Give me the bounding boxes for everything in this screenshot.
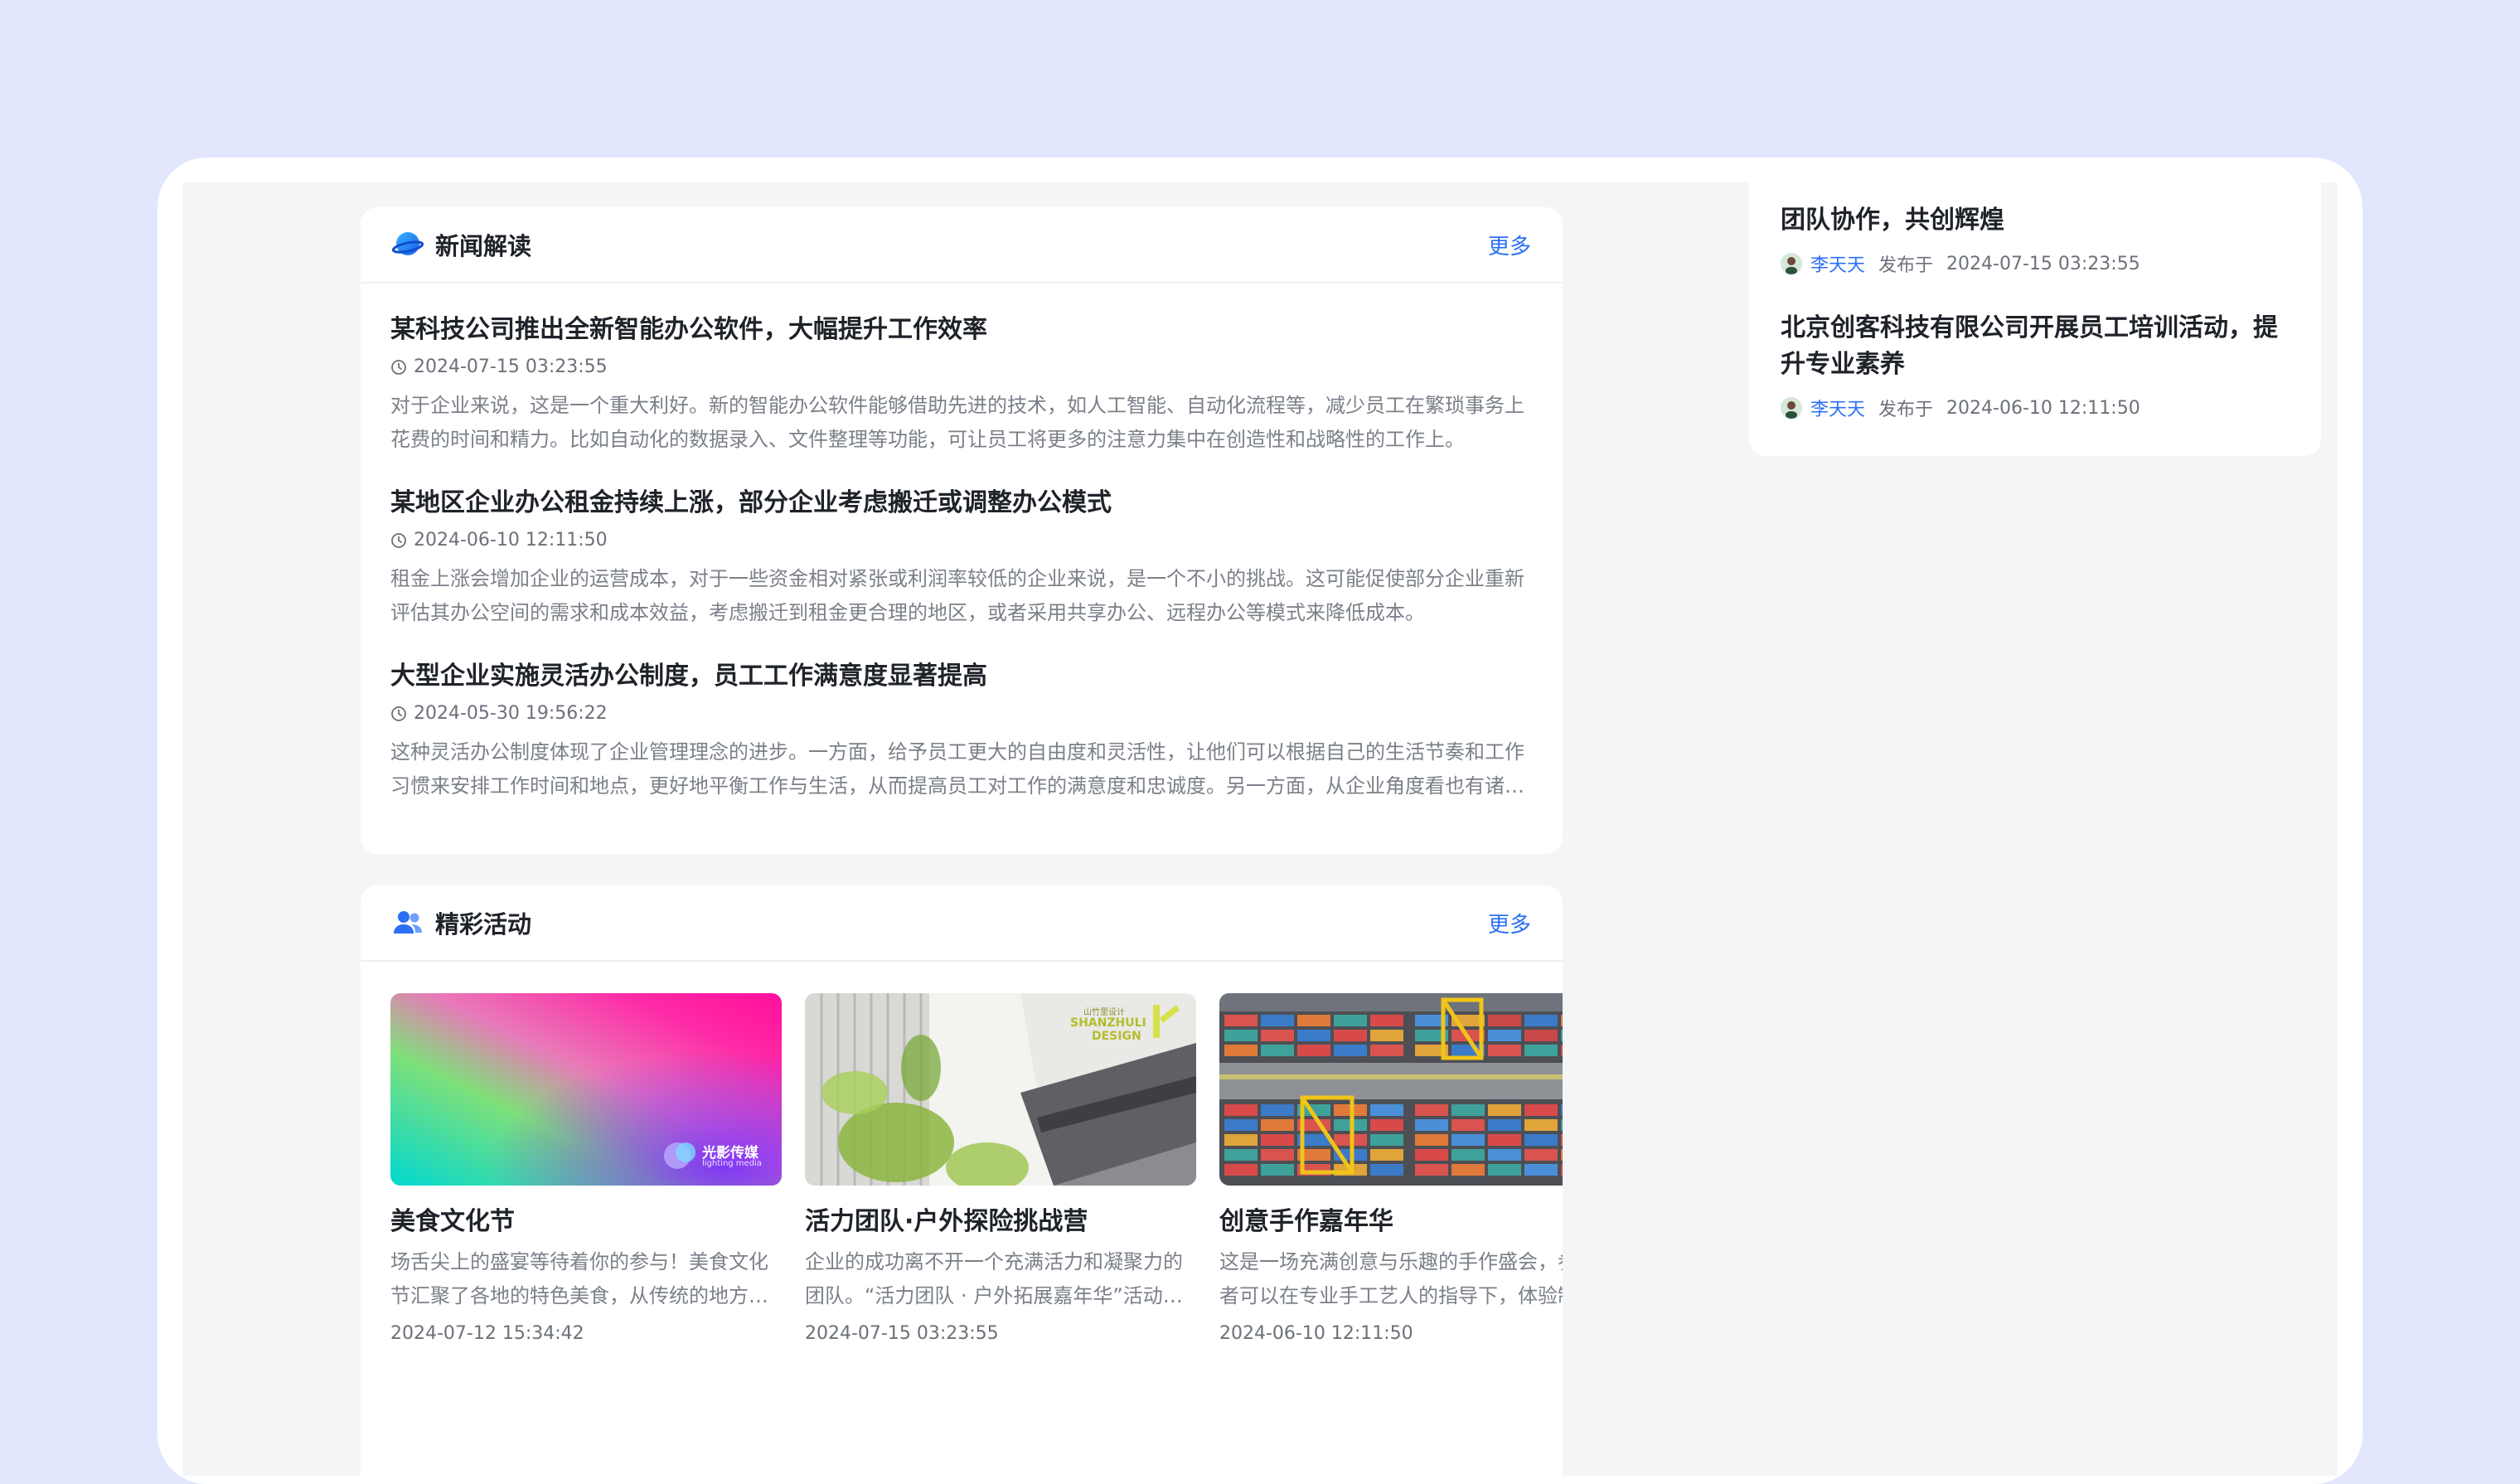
- logo-subtext: lighting media: [702, 1159, 762, 1168]
- activity-image[interactable]: 山竹里设计 SHANZHULI DESIGN: [805, 993, 1196, 1186]
- side-article-title[interactable]: 团队协作，共创辉煌: [1781, 202, 2290, 239]
- side-article-title[interactable]: 北京创客科技有限公司开展员工培训活动，提升专业素养: [1781, 310, 2290, 383]
- author-name[interactable]: 李天天: [1810, 250, 1865, 277]
- side-article-item[interactable]: 团队协作，共创辉煌 李天天 发布于 2024-07-15 03:23:55: [1749, 182, 2321, 277]
- news-time-text: 2024-07-15 03:23:55: [414, 356, 608, 377]
- activity-image[interactable]: 光影传媒 lighting media: [390, 993, 782, 1186]
- news-time-text: 2024-05-30 19:56:22: [414, 703, 608, 724]
- published-label: 发布于: [1878, 400, 1934, 420]
- activity-time: 2024-07-12 15:34:42: [390, 1323, 584, 1344]
- activity-desc: 企业的成功离不开一个充满活力和凝聚力的团队。“活力团队 · 户外拓展嘉年华”活动…: [805, 1250, 1183, 1307]
- activity-desc: 这是一场充满创意与乐趣的手作盛会，参与者可以在专业手工艺人的指导下，体验制作的乐…: [1219, 1250, 1563, 1307]
- activities-section-title: 精彩活动: [435, 910, 532, 938]
- news-title[interactable]: 某科技公司推出全新智能办公软件，大幅提升工作效率: [390, 313, 1531, 347]
- news-time: 2024-06-10 12:11:50: [390, 530, 1531, 550]
- activities-row: 光影传媒 lighting media 美食文化节 场舌尖上的盛宴等待着你的参与…: [390, 993, 1563, 1375]
- activity-time: 2024-07-15 03:23:55: [805, 1323, 999, 1344]
- activity-card[interactable]: 山竹里设计 SHANZHULI DESIGN 活力团队·户外探险挑战营 企业的成…: [805, 993, 1196, 1344]
- activity-card[interactable]: 光影传媒 lighting media 美食文化节 场舌尖上的盛宴等待着你的参与…: [390, 993, 782, 1344]
- clock-icon: [391, 359, 406, 375]
- activity-title[interactable]: 活力团队·户外探险挑战营: [805, 1205, 1196, 1239]
- activities-more-link[interactable]: 更多: [1488, 908, 1531, 938]
- activity-time: 2024-06-10 12:11:50: [1219, 1323, 1413, 1344]
- news-time: 2024-07-15 03:23:55: [390, 356, 1531, 377]
- users-icon: [392, 907, 424, 938]
- author-avatar: [1781, 253, 1802, 274]
- activity-title[interactable]: 创意手作嘉年华: [1219, 1205, 1563, 1239]
- side-article-meta: 李天天 发布于 2024-06-10 12:11:50: [1781, 395, 2290, 421]
- brand-english-2: DESIGN: [1092, 1030, 1141, 1043]
- activity-image[interactable]: [1219, 993, 1563, 1186]
- activity-card[interactable]: 创意手作嘉年华 这是一场充满创意与乐趣的手作盛会，参与者可以在专业手工艺人的指导…: [1219, 993, 1563, 1344]
- news-list: 某科技公司推出全新智能办公软件，大幅提升工作效率 2024-07-15 03:2…: [361, 284, 1563, 803]
- news-item[interactable]: 大型企业实施灵活办公制度，员工工作满意度显著提高 2024-05-30 19:5…: [390, 660, 1531, 803]
- news-more-link[interactable]: 更多: [1488, 230, 1531, 260]
- brand-chinese: 山竹里设计: [1083, 1008, 1125, 1017]
- activity-title[interactable]: 美食文化节: [390, 1205, 782, 1239]
- author-name[interactable]: 李天天: [1810, 395, 1865, 421]
- news-desc: 租金上涨会增加企业的运营成本，对于一些资金相对紧张或利润率较低的企业来说，是一个…: [390, 567, 1524, 624]
- clock-icon: [391, 532, 406, 548]
- published-label: 发布于: [1878, 255, 1934, 276]
- publish-time: 2024-07-15 03:23:55: [1946, 253, 2140, 274]
- news-item[interactable]: 某地区企业办公租金持续上涨，部分企业考虑搬迁或调整办公模式 2024-06-10…: [390, 487, 1531, 630]
- device-frame: 团队协作，共创辉煌 李天天 发布于 2024-07-15 03:23:55 北京…: [158, 158, 2362, 1484]
- news-desc: 对于企业来说，这是一个重大利好。新的智能办公软件能够借助先进的技术，如人工智能、…: [390, 394, 1524, 451]
- news-item[interactable]: 某科技公司推出全新智能办公软件，大幅提升工作效率 2024-07-15 03:2…: [390, 313, 1531, 457]
- planet-icon: [392, 229, 424, 260]
- news-header: 新闻解读 更多: [361, 207, 1563, 284]
- news-card: 新闻解读 更多 某科技公司推出全新智能办公软件，大幅提升工作效率 2024-07…: [361, 207, 1563, 854]
- activities-header: 精彩活动 更多: [361, 885, 1563, 962]
- app-screen: 团队协作，共创辉煌 李天天 发布于 2024-07-15 03:23:55 北京…: [182, 182, 2338, 1476]
- activities-card: 精彩活动 更多 光影传媒 lighting media 美食文化节 场舌尖上的盛…: [361, 885, 1563, 1476]
- side-article-item[interactable]: 北京创客科技有限公司开展员工培训活动，提升专业素养 李天天 发布于 2024-0…: [1749, 277, 2321, 421]
- news-title[interactable]: 大型企业实施灵活办公制度，员工工作满意度显著提高: [390, 660, 1531, 693]
- news-desc: 这种灵活办公制度体现了企业管理理念的进步。一方面，给予员工更大的自由度和灵活性，…: [390, 740, 1524, 798]
- news-time-text: 2024-06-10 12:11:50: [414, 530, 608, 550]
- side-article-card: 团队协作，共创辉煌 李天天 发布于 2024-07-15 03:23:55 北京…: [1749, 182, 2321, 456]
- activity-desc: 场舌尖上的盛宴等待着你的参与！美食文化节汇聚了各地的特色美食，从传统的地方小吃到…: [390, 1250, 768, 1307]
- publish-time: 2024-06-10 12:11:50: [1946, 397, 2140, 419]
- clock-icon: [391, 706, 406, 721]
- news-time: 2024-05-30 19:56:22: [390, 703, 1531, 724]
- author-avatar: [1781, 397, 1802, 419]
- side-article-meta: 李天天 发布于 2024-07-15 03:23:55: [1781, 250, 2290, 277]
- news-title[interactable]: 某地区企业办公租金持续上涨，部分企业考虑搬迁或调整办公模式: [390, 487, 1531, 520]
- brand-english-1: SHANZHULI: [1070, 1016, 1146, 1030]
- news-section-title: 新闻解读: [435, 232, 532, 260]
